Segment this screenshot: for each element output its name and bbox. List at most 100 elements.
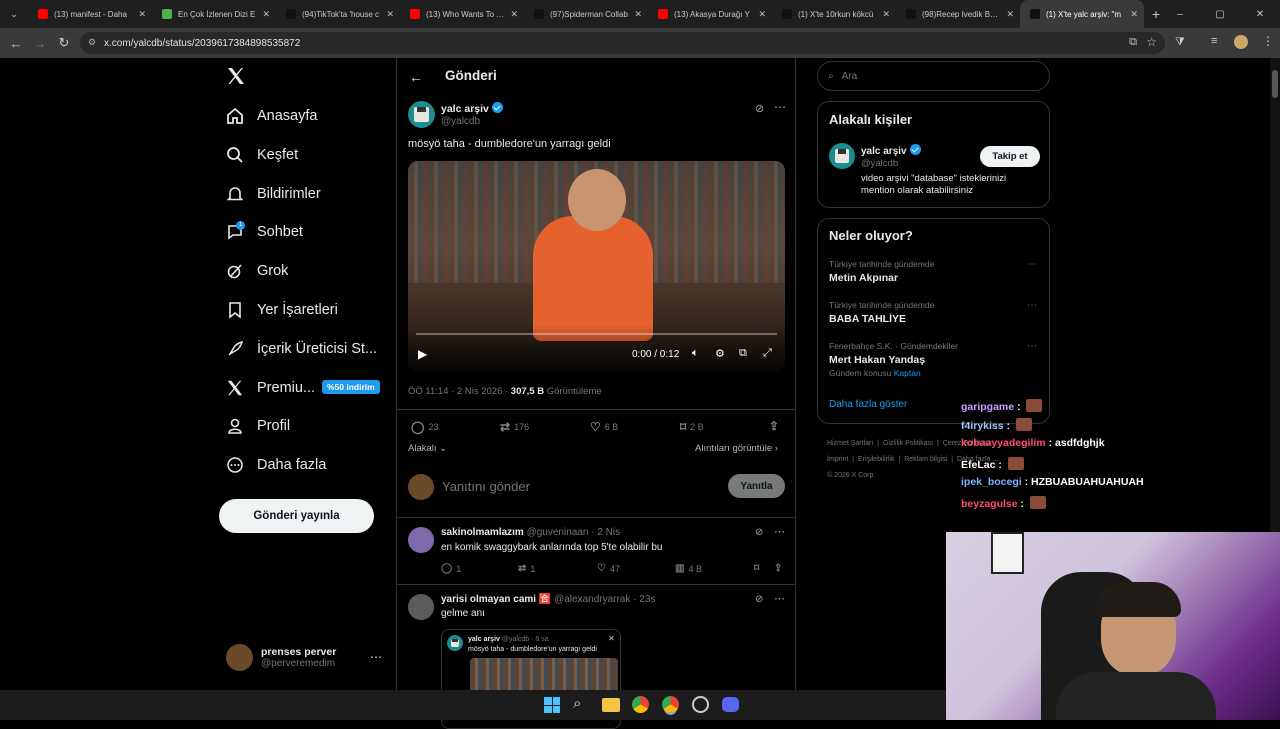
browser-tab[interactable]: (97)Spiderman Collab ✕ xyxy=(524,0,648,28)
post-button[interactable]: Gönderi yayınla xyxy=(219,499,374,533)
trend-more-icon[interactable]: ⋯ xyxy=(1027,300,1037,311)
browser-tab[interactable]: (94)TikTok'ta 'house c ✕ xyxy=(276,0,400,28)
author-avatar[interactable] xyxy=(408,101,435,128)
windows-start-icon[interactable] xyxy=(544,697,560,713)
search-input[interactable]: Ara xyxy=(842,71,858,82)
reply-more-icon[interactable]: ⋯ xyxy=(774,592,785,605)
nav-item-bildirimler[interactable]: Bildirimler xyxy=(225,179,321,209)
close-window-button[interactable]: ✕ xyxy=(1240,9,1280,20)
browser-tab[interactable]: (1) X'te 10rkun kökcü ✕ xyxy=(772,0,896,28)
footer-link[interactable]: Reklam bilgisi xyxy=(904,456,947,463)
volume-icon[interactable]: 🔈︎ xyxy=(692,347,699,360)
reply-action[interactable]: ◯ 23 xyxy=(411,420,438,434)
nav-item-keşfet[interactable]: Keşfet xyxy=(225,140,298,170)
browser-tab[interactable]: (13) Akasya Durağı Y ✕ xyxy=(648,0,772,28)
author-handle[interactable]: @yalcdb xyxy=(441,116,480,127)
back-icon[interactable]: ← xyxy=(4,36,28,51)
trend-item[interactable]: Türkiye tarihinde gündemde Metin Akpınar… xyxy=(818,257,1049,297)
back-arrow-icon[interactable]: ← xyxy=(409,69,423,85)
grok-explain-icon[interactable]: ⊘ xyxy=(755,594,763,605)
view-quotes-link[interactable]: Alıntıları görüntüle › xyxy=(695,443,778,454)
reply-bookmark-action[interactable]: ⌑ xyxy=(754,563,759,574)
reload-icon[interactable]: ↻ xyxy=(52,35,76,51)
close-tab-icon[interactable]: ✕ xyxy=(1130,9,1138,20)
discord-icon[interactable] xyxy=(722,697,739,712)
footer-link[interactable]: Gizlilik Politikası xyxy=(883,440,933,447)
trend-more-icon[interactable]: ⋯ xyxy=(1027,341,1037,352)
trend-more-icon[interactable]: ⋯ xyxy=(1027,259,1037,270)
taskbar-search-icon[interactable]: ⌕ xyxy=(573,695,581,712)
nav-item-premiu-[interactable]: Premiu... xyxy=(225,373,315,403)
close-tab-icon[interactable]: ✕ xyxy=(510,9,518,20)
trend-topic-link[interactable]: Kaptan xyxy=(894,368,921,378)
relevant-avatar[interactable] xyxy=(829,143,855,169)
post-timestamp[interactable]: ÖÖ 11:14 · 2 Nis 2026 · xyxy=(408,386,508,397)
chrome-icon[interactable] xyxy=(632,696,649,713)
tab-search-icon[interactable]: ⌄ xyxy=(0,9,28,20)
scrollbar-thumb[interactable] xyxy=(1272,70,1278,98)
footer-link[interactable]: İmprint xyxy=(827,456,848,463)
steam-icon[interactable] xyxy=(692,696,709,713)
reply-share-action[interactable]: ⇪ xyxy=(774,563,782,574)
nav-item-anasayfa[interactable]: Anasayfa xyxy=(225,101,317,131)
trend-item[interactable]: Fenerbahçe S.K. · Gündemdekiler Mert Hak… xyxy=(818,339,1049,384)
footer-link[interactable]: Hizmet Şartları xyxy=(827,440,873,447)
close-tab-icon[interactable]: ✕ xyxy=(138,9,146,20)
nav-item-profil[interactable]: Profil xyxy=(225,411,290,441)
extensions-icon[interactable]: ⧩ xyxy=(1175,36,1185,49)
close-tab-icon[interactable]: ✕ xyxy=(882,9,890,20)
post-more-icon[interactable]: ⋯ xyxy=(774,100,786,114)
close-tab-icon[interactable]: ✕ xyxy=(758,9,766,20)
x-logo-icon[interactable] xyxy=(226,66,246,86)
search-box[interactable]: ⌕ Ara xyxy=(817,61,1050,91)
reply-avatar[interactable] xyxy=(408,527,434,553)
follow-button[interactable]: Takip et xyxy=(980,146,1040,167)
browser-tab[interactable]: En Çok İzlenen Dizi E ✕ xyxy=(152,0,276,28)
file-explorer-icon[interactable] xyxy=(602,698,620,712)
reply-author-name[interactable]: yarisi olmayan cami 🈴 xyxy=(441,594,551,605)
reply-repost-action[interactable]: ⇄ 1 xyxy=(518,563,535,574)
cast-icon[interactable]: ⧉ xyxy=(1129,36,1137,49)
close-tab-icon[interactable]: ✕ xyxy=(386,9,394,20)
nav-item-daha-fazla[interactable]: Daha fazla xyxy=(225,450,326,480)
grok-explain-icon[interactable]: ⊘ xyxy=(755,527,763,538)
chrome-active-icon[interactable] xyxy=(662,696,679,713)
like-action[interactable]: ♡ 6 B xyxy=(590,420,618,434)
settings-icon[interactable]: ⚙ xyxy=(715,347,725,360)
browser-tab[interactable]: (1) X'te yalc arşiv: "m ✕ xyxy=(1020,0,1144,28)
reply-item[interactable]: sakinolmamlazım @guveninaan · 2 Nis en k… xyxy=(397,518,795,584)
relevant-name-row[interactable]: yalc arşiv xyxy=(861,144,921,157)
close-tab-icon[interactable]: ✕ xyxy=(262,9,270,20)
close-icon[interactable]: ✕ xyxy=(608,634,615,643)
nav-item-grok[interactable]: Grok xyxy=(225,256,288,286)
browser-tab[interactable]: (98)Recep Ivedik Best ✕ xyxy=(896,0,1020,28)
browser-tab[interactable]: (13) Who Wants To Be ✕ xyxy=(400,0,524,28)
bookmark-action[interactable]: ⌑ 2 B xyxy=(680,420,704,434)
reply-more-icon[interactable]: ⋯ xyxy=(774,525,785,538)
pip-icon[interactable]: ⧉ xyxy=(739,347,747,360)
video-player[interactable]: ▶ 0:00 / 0:12 🔈︎ ⚙ ⧉ ⤢ xyxy=(408,161,785,372)
video-progress-bar[interactable] xyxy=(416,333,777,335)
show-more-link[interactable]: Daha fazla göster xyxy=(829,399,907,410)
site-info-icon[interactable]: ⚙ xyxy=(88,37,96,48)
play-icon[interactable]: ▶ xyxy=(418,347,427,361)
reply-input[interactable]: Yanıtını gönder xyxy=(442,479,530,494)
repost-action[interactable]: ⇄ 176 xyxy=(500,420,529,434)
menu-icon[interactable]: ⋮ xyxy=(1262,34,1274,48)
sort-relevant[interactable]: Alakalı ⌄ xyxy=(408,443,447,454)
reply-views-action[interactable]: ▥ 4 B xyxy=(675,563,702,574)
browser-tab[interactable]: (13) manifest - Daha ✕ xyxy=(28,0,152,28)
share-action[interactable]: ⇪ xyxy=(769,419,779,433)
fullscreen-icon[interactable]: ⤢ xyxy=(763,347,772,360)
trend-item[interactable]: Türkiye tarihinde gündemde BABA TAHLİYE … xyxy=(818,298,1049,338)
nav-item-i-çerik-üreticisi-st-[interactable]: İçerik Üreticisi St... xyxy=(225,334,377,364)
account-more-icon[interactable]: ⋯ xyxy=(370,650,382,664)
reply-avatar[interactable] xyxy=(408,594,434,620)
forward-icon[interactable]: → xyxy=(28,36,52,51)
reply-button[interactable]: Yanıtla xyxy=(728,474,785,498)
profile-avatar[interactable] xyxy=(1234,35,1248,49)
reply-like-action[interactable]: ♡ 47 xyxy=(597,563,620,574)
close-tab-icon[interactable]: ✕ xyxy=(1006,9,1014,20)
close-tab-icon[interactable]: ✕ xyxy=(634,9,642,20)
footer-link[interactable]: Erişilebilirlik xyxy=(858,456,895,463)
